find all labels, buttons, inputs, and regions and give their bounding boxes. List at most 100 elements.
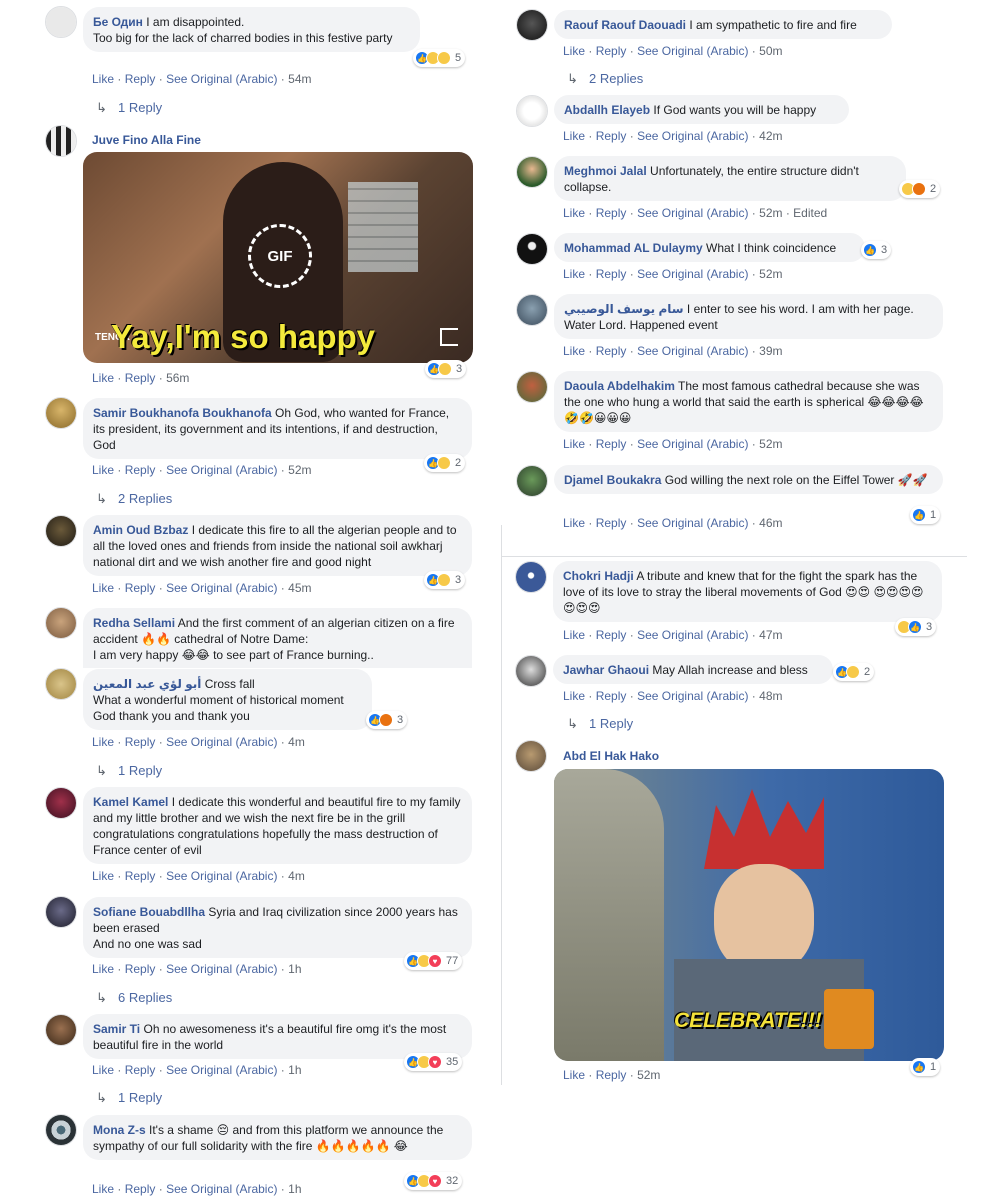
avatar[interactable] <box>45 787 77 819</box>
timestamp[interactable]: 56m <box>166 371 189 385</box>
reaction-summary[interactable]: 👍 3 <box>366 711 408 729</box>
see-original-link[interactable]: See Original (Arabic) <box>166 1182 277 1196</box>
reaction-summary[interactable]: 👍 2 <box>833 663 875 681</box>
reply-link[interactable]: Reply <box>125 735 156 749</box>
reply-link[interactable]: Reply <box>596 437 627 451</box>
replies-label[interactable]: 6 Replies <box>118 990 172 1005</box>
like-link[interactable]: Like <box>92 463 114 477</box>
share-icon[interactable] <box>440 328 458 346</box>
avatar[interactable] <box>45 1114 77 1146</box>
timestamp[interactable]: 52m <box>288 463 311 477</box>
timestamp[interactable]: 48m <box>759 689 782 703</box>
reaction-summary[interactable]: 👍 3 <box>424 571 466 589</box>
see-original-link[interactable]: See Original (Arabic) <box>166 869 277 883</box>
comment-author[interactable]: Raouf Raouf Daouadi <box>564 18 686 32</box>
comment-author[interactable]: Abdallh Elayeb <box>564 103 650 117</box>
see-original-link[interactable]: See Original (Arabic) <box>637 516 748 530</box>
like-link[interactable]: Like <box>563 44 585 58</box>
replies-label[interactable]: 1 Reply <box>118 763 162 778</box>
reaction-summary[interactable]: 👍 5 <box>413 49 466 67</box>
like-link[interactable]: Like <box>92 869 114 883</box>
timestamp[interactable]: 39m <box>759 344 782 358</box>
gif-image[interactable]: GIF TENOR Yay,I'm so happy <box>83 152 473 363</box>
avatar[interactable] <box>45 668 77 700</box>
see-original-link[interactable]: See Original (Arabic) <box>166 962 277 976</box>
view-replies-link[interactable]: ↳ 1 Reply <box>567 716 633 732</box>
reaction-summary[interactable]: 👍 3 <box>425 360 467 378</box>
view-replies-link[interactable]: ↳ 2 Replies <box>567 71 643 87</box>
reaction-summary[interactable]: 👍 ♥ 77 <box>404 952 463 970</box>
comment-author[interactable]: أبو لؤي عبد المعين <box>93 677 201 691</box>
avatar[interactable] <box>515 561 547 593</box>
comment-author[interactable]: Chokri Hadji <box>563 569 634 583</box>
timestamp[interactable]: 1h <box>288 962 301 976</box>
like-link[interactable]: Like <box>563 1068 585 1082</box>
avatar[interactable] <box>516 9 548 41</box>
like-link[interactable]: Like <box>563 628 585 642</box>
comment-author[interactable]: Samir Ti <box>93 1022 140 1036</box>
comment-author[interactable]: Бе Один <box>93 15 143 29</box>
reply-link[interactable]: Reply <box>596 344 627 358</box>
comment-author[interactable]: Mona Z-s <box>93 1123 146 1137</box>
view-replies-link[interactable]: ↳ 1 Reply <box>96 763 162 779</box>
timestamp[interactable]: 50m <box>759 44 782 58</box>
reaction-summary[interactable]: 👍 2 <box>424 454 466 472</box>
timestamp[interactable]: 4m <box>288 735 305 749</box>
reply-link[interactable]: Reply <box>596 44 627 58</box>
avatar[interactable] <box>45 6 77 38</box>
view-replies-link[interactable]: ↳ 1 Reply <box>96 1090 162 1106</box>
see-original-link[interactable]: See Original (Arabic) <box>637 44 748 58</box>
timestamp[interactable]: 54m <box>288 72 311 86</box>
like-link[interactable]: Like <box>563 516 585 530</box>
replies-label[interactable]: 2 Replies <box>118 491 172 506</box>
reaction-summary[interactable]: 👍 3 <box>895 618 937 636</box>
see-original-link[interactable]: See Original (Arabic) <box>637 628 748 642</box>
avatar[interactable] <box>516 371 548 403</box>
comment-author[interactable]: Mohammad AL Dulaymy <box>564 241 703 255</box>
comment-author[interactable]: Djamel Boukakra <box>564 473 661 487</box>
like-link[interactable]: Like <box>563 267 585 281</box>
timestamp[interactable]: 1h <box>288 1182 301 1196</box>
like-link[interactable]: Like <box>563 437 585 451</box>
like-link[interactable]: Like <box>563 689 585 703</box>
see-original-link[interactable]: See Original (Arabic) <box>637 206 748 220</box>
reply-link[interactable]: Reply <box>125 463 156 477</box>
avatar[interactable] <box>45 125 77 157</box>
reply-link[interactable]: Reply <box>596 628 627 642</box>
see-original-link[interactable]: See Original (Arabic) <box>166 463 277 477</box>
timestamp[interactable]: 52m <box>759 267 782 281</box>
timestamp[interactable]: 1h <box>288 1063 301 1077</box>
comment-author[interactable]: Redha Sellami <box>93 616 175 630</box>
like-link[interactable]: Like <box>92 72 114 86</box>
timestamp[interactable]: 52m <box>759 206 782 220</box>
timestamp[interactable]: 45m <box>288 581 311 595</box>
avatar[interactable] <box>515 655 547 687</box>
reaction-summary[interactable]: 👍 3 <box>861 241 892 259</box>
reply-link[interactable]: Reply <box>596 1068 627 1082</box>
reaction-summary[interactable]: 👍 1 <box>910 1058 941 1076</box>
like-link[interactable]: Like <box>92 1063 114 1077</box>
like-link[interactable]: Like <box>563 344 585 358</box>
timestamp[interactable]: 46m <box>759 516 782 530</box>
comment-author[interactable]: سام يوسف الوصيبي <box>564 302 684 316</box>
avatar[interactable] <box>515 740 547 772</box>
reply-link[interactable]: Reply <box>596 129 627 143</box>
comment-author[interactable]: Amin Oud Bzbaz <box>93 523 188 537</box>
see-original-link[interactable]: See Original (Arabic) <box>637 267 748 281</box>
reply-link[interactable]: Reply <box>125 1182 156 1196</box>
comment-author[interactable]: Meghmoi Jalal <box>564 164 647 178</box>
see-original-link[interactable]: See Original (Arabic) <box>166 581 277 595</box>
like-link[interactable]: Like <box>92 581 114 595</box>
reply-link[interactable]: Reply <box>125 962 156 976</box>
see-original-link[interactable]: See Original (Arabic) <box>637 129 748 143</box>
replies-label[interactable]: 1 Reply <box>118 1090 162 1105</box>
reply-link[interactable]: Reply <box>125 869 156 883</box>
like-link[interactable]: Like <box>92 735 114 749</box>
reply-link[interactable]: Reply <box>596 267 627 281</box>
comment-author[interactable]: Juve Fino Alla Fine <box>92 133 201 147</box>
reply-link[interactable]: Reply <box>125 371 156 385</box>
timestamp[interactable]: 42m <box>759 129 782 143</box>
reaction-summary[interactable]: 👍 ♥ 32 <box>404 1172 463 1190</box>
comment-author[interactable]: Kamel Kamel <box>93 795 168 809</box>
replies-label[interactable]: 1 Reply <box>118 100 162 115</box>
